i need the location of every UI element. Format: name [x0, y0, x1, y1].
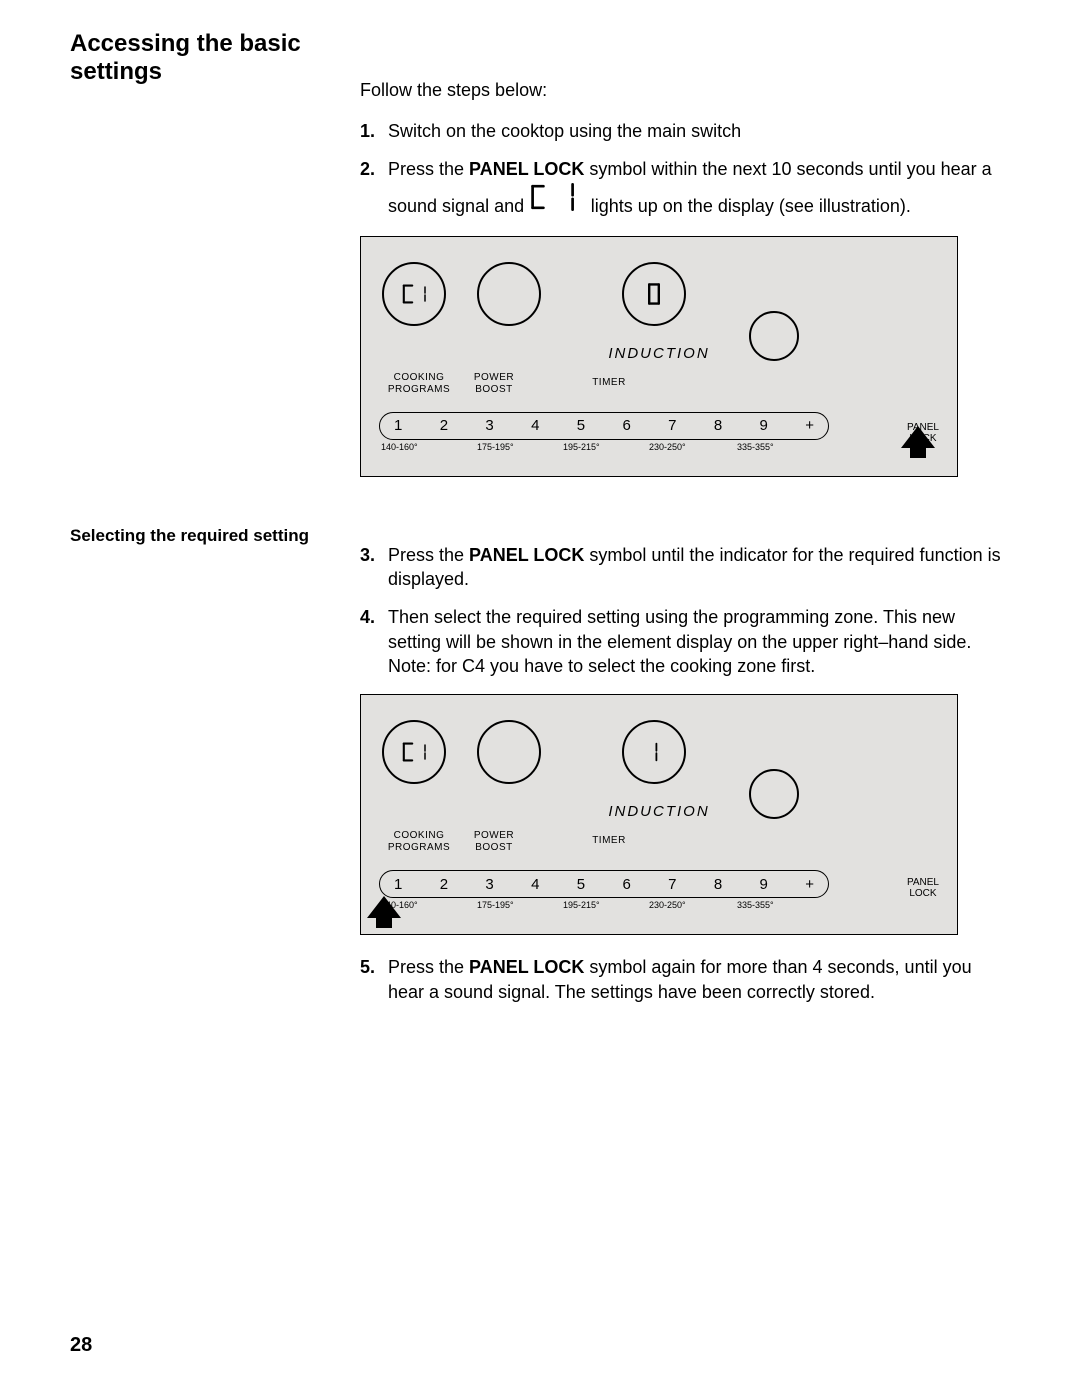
zone-display-left — [382, 262, 446, 326]
power-scale: 1 2 3 4 5 6 7 8 9 + — [379, 412, 829, 440]
timer-label: TIMER — [529, 830, 689, 854]
page-number: 28 — [70, 1334, 92, 1357]
zone-display-right — [622, 262, 686, 326]
zone-display-2 — [477, 720, 541, 784]
step-1: 1. Switch on the cooktop using the main … — [360, 119, 1010, 143]
zone-display-small — [749, 769, 799, 819]
page-title: Accessing the basic settings — [70, 30, 360, 85]
timer-label: TIMER — [529, 372, 689, 396]
cooking-programs-label: COOKINGPROGRAMS — [379, 372, 459, 396]
sub-heading: Selecting the required setting — [70, 525, 360, 547]
cooktop-illustration-1: INDUCTION COOKINGPROGRAMS POWERBOOST TIM… — [360, 236, 958, 477]
intro-text: Follow the steps below: — [360, 80, 1010, 101]
cooktop-illustration-2: INDUCTION COOKINGPROGRAMS POWERBOOST TIM… — [360, 694, 958, 935]
power-boost-label: POWERBOOST — [459, 372, 529, 396]
step-4: 4. Then select the required setting usin… — [360, 605, 1010, 678]
power-boost-label: POWERBOOST — [459, 830, 529, 854]
zone-display-right — [622, 720, 686, 784]
seg-1-icon — [560, 182, 578, 212]
power-scale: 1 2 3 4 5 6 7 8 9 + — [379, 870, 829, 898]
step-3: 3. Press the PANEL LOCK symbol until the… — [360, 543, 1010, 592]
arrow-up-icon — [901, 426, 935, 448]
zone-display-2 — [477, 262, 541, 326]
step-5: 5. Press the PANEL LOCK symbol again for… — [360, 955, 1010, 1004]
cooking-programs-label: COOKINGPROGRAMS — [379, 830, 459, 854]
panel-lock-label: PANEL LOCK — [907, 877, 939, 899]
inline-seg-display — [529, 198, 591, 218]
zone-display-left — [382, 720, 446, 784]
induction-label: INDUCTION — [534, 803, 784, 820]
step-2: 2. Press the PANEL LOCK symbol within th… — [360, 157, 1010, 220]
zone-display-small — [749, 311, 799, 361]
induction-label: INDUCTION — [534, 345, 784, 362]
seg-c-icon — [529, 182, 547, 212]
arrow-up-icon — [367, 896, 401, 918]
